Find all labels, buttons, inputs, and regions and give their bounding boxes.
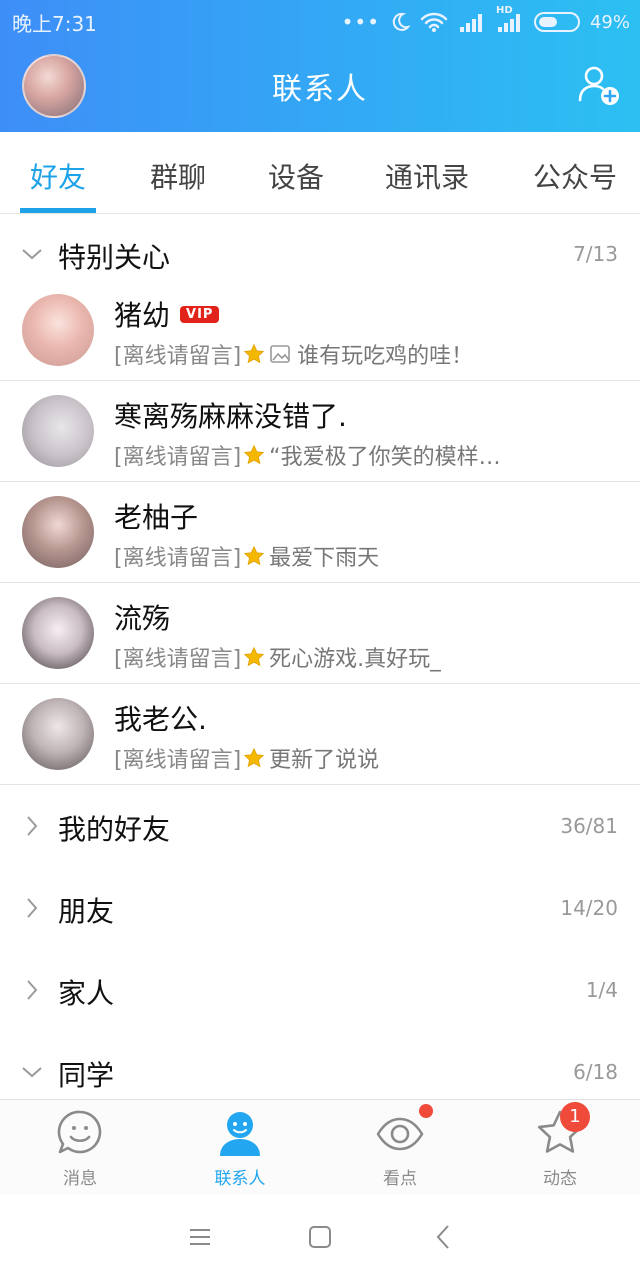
group-count: 36/81 (560, 814, 618, 838)
contact-subtitle: [离线请留言] 死心游戏.真好玩_ (114, 641, 614, 673)
page-title: 联系人 (272, 72, 368, 107)
moon-icon (392, 12, 410, 31)
nav-moments[interactable]: 1 动态 (480, 1100, 640, 1196)
contact-name-wrap: 我老公. (114, 698, 207, 738)
tab-friends[interactable]: 好友 (20, 132, 96, 213)
group-name: 家人 (58, 977, 115, 1010)
group-count: 1/4 (585, 978, 618, 1002)
tab-groups[interactable]: 群聊 (148, 132, 208, 213)
tab-address-book[interactable]: 通讯录 (382, 132, 472, 213)
more-dots-icon: ••• (341, 10, 380, 34)
contact-tabs: 好友 群聊 设备 通讯录 公众号 (0, 132, 640, 214)
contact-name: 寒离殇麻麻没错了. (114, 400, 347, 433)
signature-text: 谁有玩吃鸡的哇！ (297, 344, 474, 369)
notification-badge: 1 (560, 1102, 590, 1132)
group-family[interactable]: 家人 1/4 (0, 950, 640, 1032)
contact-name-wrap: 猪幼 VIP (114, 294, 220, 334)
group-my-friends[interactable]: 我的好友 36/81 (0, 786, 640, 868)
home-icon[interactable] (308, 1225, 332, 1249)
avatar (22, 597, 94, 669)
person-icon (220, 1112, 260, 1156)
new-content-dot (419, 1104, 433, 1118)
nav-discover[interactable]: 看点 (320, 1100, 480, 1196)
contact-subtitle: [离线请留言] 更新了说说 (114, 742, 614, 774)
chevron-down-icon (22, 1067, 42, 1078)
signature-text: “我爱极了你笑的模样… (269, 445, 501, 470)
group-name: 朋友 (58, 895, 115, 928)
hd-label: HD (495, 5, 513, 16)
status-time: 晚上7:31 (12, 12, 97, 36)
contact-name-wrap: 寒离殇麻麻没错了. (114, 395, 347, 435)
contact-row[interactable]: 我老公. [离线请留言] 更新了说说 (0, 684, 640, 785)
avatar (22, 395, 94, 467)
star-icon (243, 747, 265, 768)
contact-name: 我老公. (114, 703, 207, 736)
star-icon (243, 444, 265, 465)
tab-devices[interactable]: 设备 (266, 132, 326, 213)
signature-text: 更新了说说 (269, 748, 380, 773)
contact-name: 猪幼 (114, 299, 171, 332)
add-contact-icon[interactable] (576, 62, 622, 108)
bottom-nav: 消息 联系人 看点 1 动态 (0, 1099, 640, 1195)
contact-row[interactable]: 寒离殇麻麻没错了. [离线请留言] “我爱极了你笑的模样… (0, 381, 640, 482)
contact-row[interactable]: 猪幼 VIP [离线请留言] 谁有玩吃鸡的哇！ (0, 280, 640, 381)
contact-name-wrap: 流殇 (114, 597, 170, 637)
status-icons: ••• HD 49% (341, 5, 630, 38)
header: 晚上7:31 ••• HD 49% 联系人 (0, 0, 640, 132)
chevron-right-icon (27, 816, 38, 836)
nav-messages[interactable]: 消息 (0, 1100, 160, 1196)
menu-icon[interactable] (188, 1225, 212, 1249)
group-friends[interactable]: 朋友 14/20 (0, 868, 640, 950)
image-icon (270, 345, 290, 363)
nav-label: 联系人 (214, 1169, 266, 1189)
hd-signal-icon: HD (496, 5, 524, 33)
online-status: [离线请留言] (114, 445, 242, 470)
group-name: 特别关心 (58, 241, 171, 274)
chevron-right-icon (27, 980, 38, 1000)
smile-chat-icon (57, 1110, 102, 1154)
contact-subtitle: [离线请留言] 最爱下雨天 (114, 540, 614, 572)
online-status: [离线请留言] (114, 546, 242, 571)
title-bar: 联系人 (0, 44, 640, 132)
avatar (22, 294, 94, 366)
chevron-down-icon (22, 249, 42, 260)
online-status: [离线请留言] (114, 748, 242, 773)
avatar (22, 496, 94, 568)
contact-row[interactable]: 老柚子 [离线请留言] 最爱下雨天 (0, 482, 640, 583)
eye-icon (376, 1117, 424, 1151)
nav-label: 看点 (383, 1169, 417, 1189)
battery-icon (533, 12, 580, 32)
avatar (22, 698, 94, 770)
wifi-icon (420, 12, 448, 32)
contact-name-wrap: 老柚子 (114, 496, 198, 536)
group-name: 我的好友 (58, 813, 171, 846)
signature-text: 死心游戏.真好玩_ (269, 647, 442, 672)
contact-name: 老柚子 (114, 501, 199, 534)
star-icon (243, 343, 265, 364)
nav-label: 动态 (543, 1169, 577, 1189)
contact-subtitle: [离线请留言] “我爱极了你笑的模样… (114, 439, 614, 471)
contact-subtitle: [离线请留言] 谁有玩吃鸡的哇！ (114, 338, 614, 370)
group-name: 同学 (58, 1059, 115, 1092)
star-icon (243, 545, 265, 566)
online-status: [离线请留言] (114, 647, 242, 672)
star-icon (243, 646, 265, 667)
nav-label: 消息 (63, 1169, 97, 1189)
group-count: 6/18 (573, 1060, 618, 1084)
battery-percent: 49% (589, 11, 630, 33)
system-nav-bar (0, 1195, 640, 1280)
group-count: 14/20 (560, 896, 618, 920)
vip-badge: VIP (180, 305, 220, 323)
status-bar: 晚上7:31 ••• HD 49% (0, 0, 640, 44)
contact-name: 流殇 (114, 602, 171, 635)
online-status: [离线请留言] (114, 344, 242, 369)
tab-official-accounts[interactable]: 公众号 (530, 132, 620, 213)
group-count: 7/13 (573, 242, 618, 266)
chevron-right-icon (27, 898, 38, 918)
nav-contacts[interactable]: 联系人 (160, 1100, 320, 1196)
signal-icon (459, 14, 482, 32)
contact-row[interactable]: 流殇 [离线请留言] 死心游戏.真好玩_ (0, 583, 640, 684)
signature-text: 最爱下雨天 (269, 546, 380, 571)
back-icon[interactable] (432, 1223, 456, 1251)
